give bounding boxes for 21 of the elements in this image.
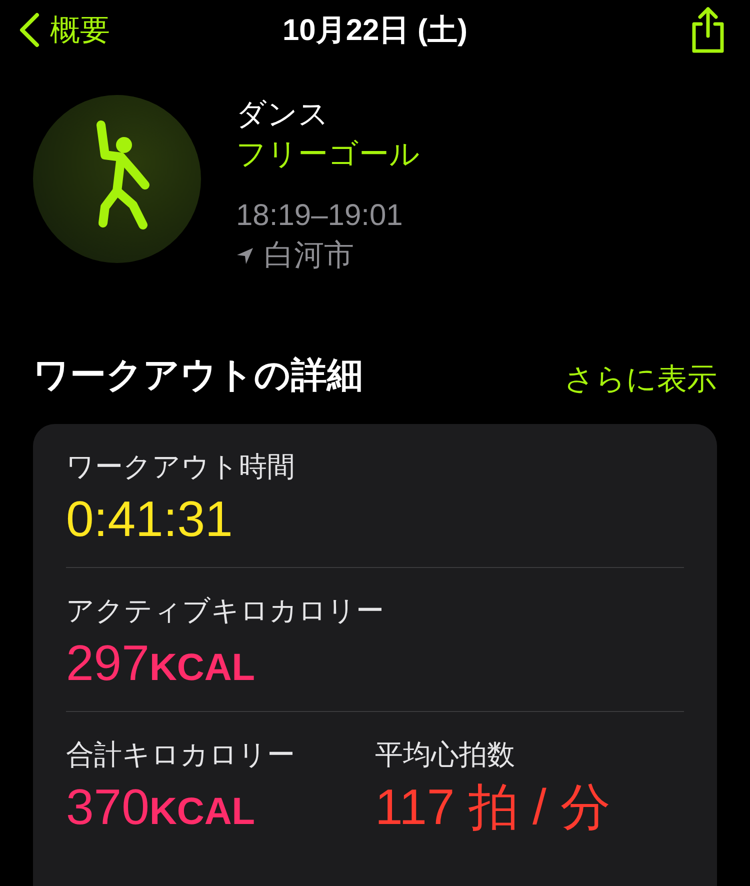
workout-type: ダンス <box>236 97 330 133</box>
metric-label: ワークアウト時間 <box>66 450 296 484</box>
metric-unit: KCAL <box>149 646 255 690</box>
location-arrow-icon <box>236 247 254 265</box>
dancer-icon <box>33 95 201 263</box>
workout-time: 18:19–19:01 <box>236 198 404 234</box>
metric-label: アクティブキロカロリー <box>66 594 385 628</box>
metric-label: 平均心拍数 <box>375 738 516 772</box>
workout-goal: フリーゴール <box>236 137 420 173</box>
metric-value: 297 <box>66 635 150 691</box>
metric-value: 0:41:31 <box>66 491 233 547</box>
page-title: 10月22日 (土) <box>282 12 468 48</box>
section-title: ワークアウトの詳細 <box>33 353 363 397</box>
show-more-link[interactable]: さらに表示 <box>564 357 717 402</box>
workout-location: 白河市 <box>264 238 354 274</box>
chevron-left-icon <box>18 12 40 48</box>
metric-value: 370 <box>66 779 150 835</box>
metric-unit: KCAL <box>149 790 255 834</box>
back-button[interactable]: 概要 <box>18 8 178 52</box>
metric-value: 117 拍 / 分 <box>375 779 610 835</box>
metric-label: 合計キロカロリー <box>66 738 296 772</box>
